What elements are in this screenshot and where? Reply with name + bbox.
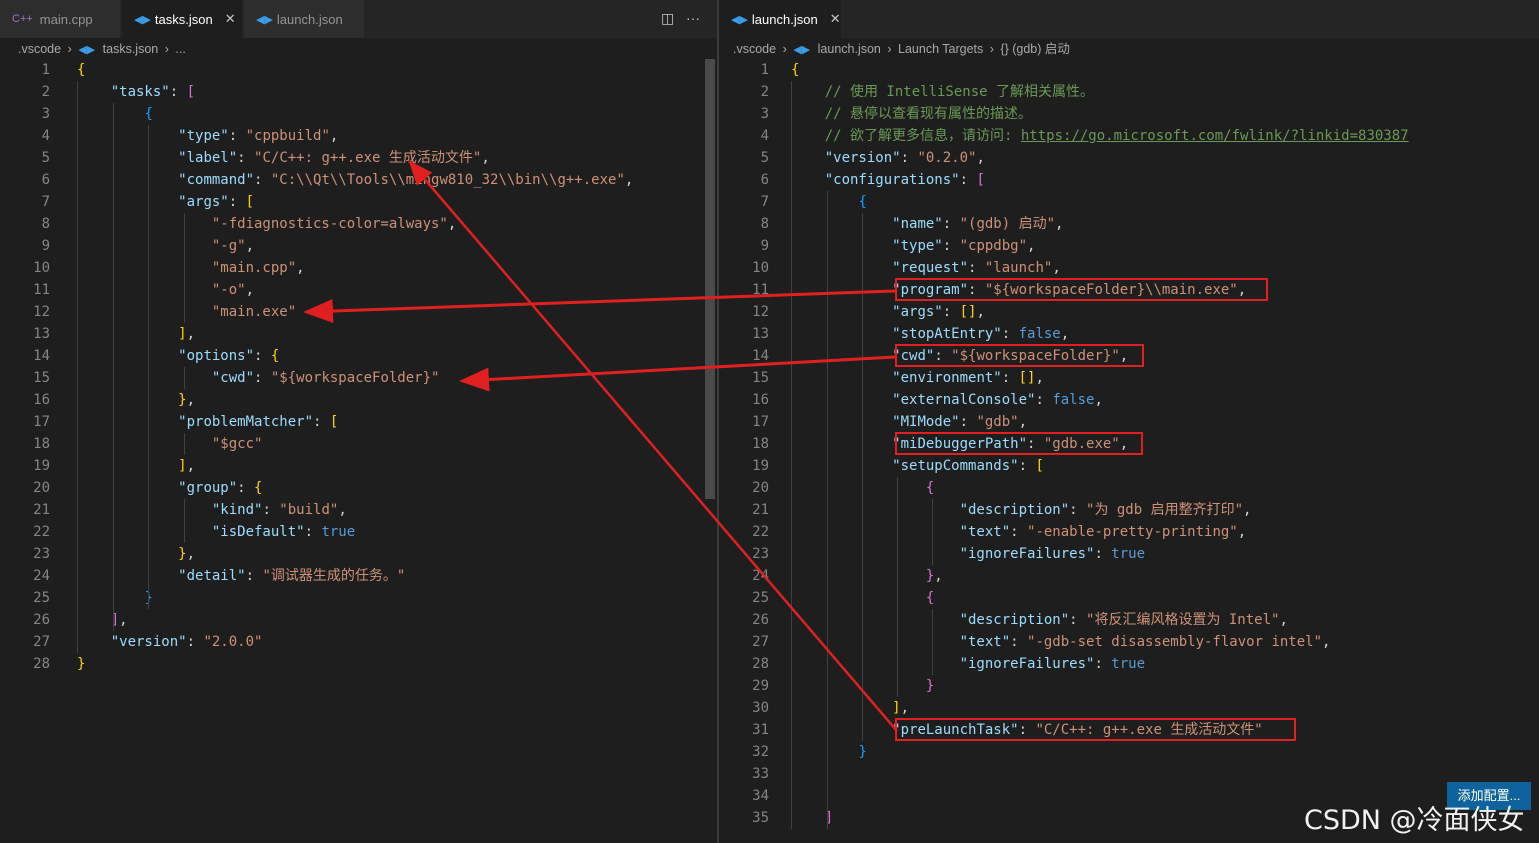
- annotation-arrows: [303, 160, 898, 732]
- arrow-prelaunchtask-to-label: [408, 160, 898, 732]
- watermark-text: CSDN @冷面侠女: [1304, 805, 1525, 836]
- arrow-cwd-to-options-cwd: [459, 355, 896, 392]
- arrow-program-to-main-exe: [303, 289, 896, 324]
